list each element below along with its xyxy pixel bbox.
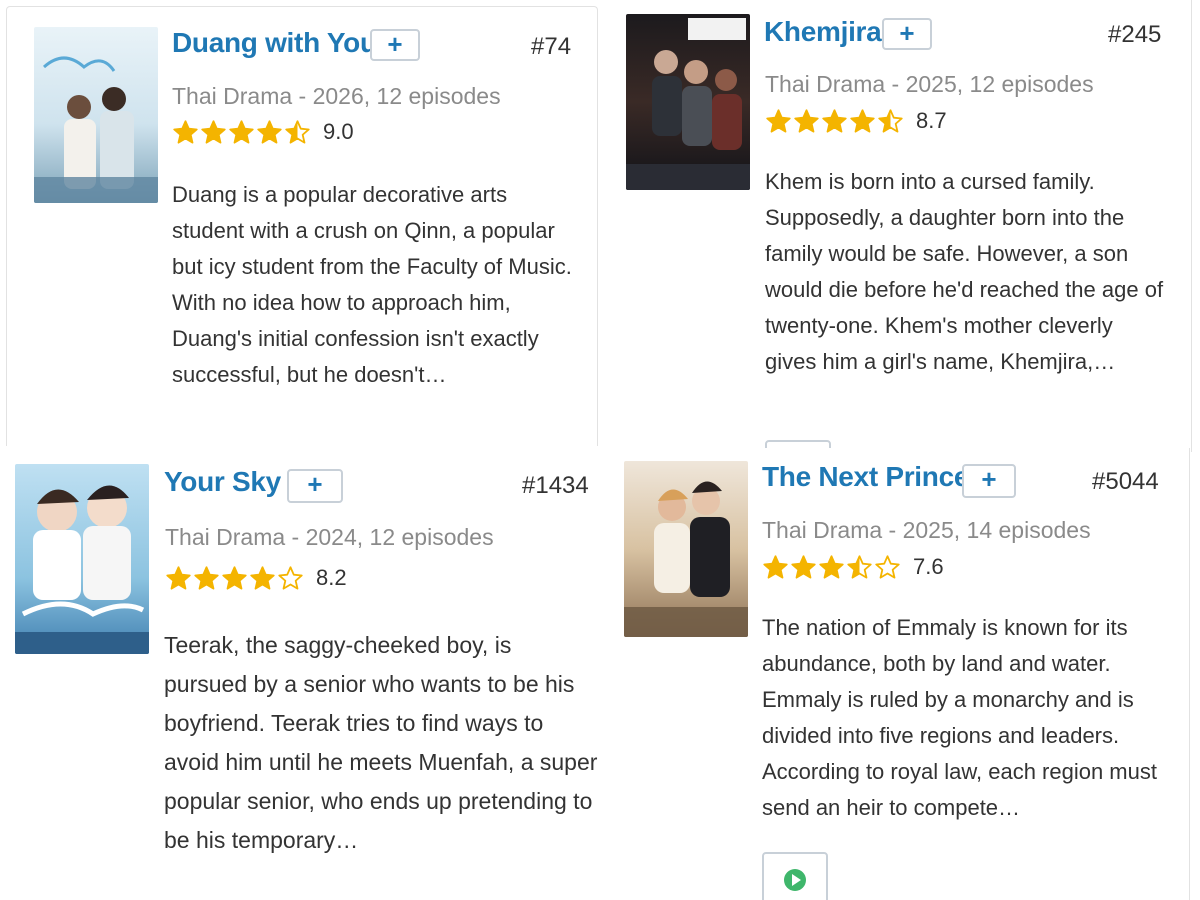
rating-stars: [172, 119, 311, 146]
play-icon: [784, 869, 806, 891]
star-full-icon: [850, 108, 875, 133]
rank-number: #74: [531, 33, 572, 60]
drama-meta: Thai Drama - 2025, 12 episodes: [765, 71, 1094, 97]
drama-description: Khem is born into a cursed family. Suppo…: [765, 169, 1164, 374]
drama-poster-image[interactable]: [34, 27, 158, 203]
rank-number: #245: [1108, 21, 1162, 48]
rating-score: 8.2: [316, 565, 347, 590]
rating-stars: [165, 565, 304, 592]
rating: 8.7: [765, 106, 947, 136]
star-full-icon: [791, 554, 816, 579]
drama-poster-image[interactable]: [15, 464, 149, 654]
rating-score: 9.0: [323, 119, 354, 144]
drama-title-link[interactable]: Your Sky: [164, 466, 281, 498]
star-half-icon: [847, 554, 872, 579]
star-full-icon: [766, 108, 791, 133]
star-full-icon: [794, 108, 819, 133]
star-full-icon: [222, 565, 247, 590]
drama-poster-image[interactable]: [624, 461, 748, 637]
star-empty-icon: [875, 554, 900, 579]
star-half-icon: [878, 108, 903, 133]
star-full-icon: [819, 554, 844, 579]
drama-poster-image[interactable]: [626, 14, 750, 190]
add-to-list-button[interactable]: +: [962, 464, 1016, 498]
drama-description: Duang is a popular decorative arts stude…: [172, 182, 572, 387]
rank-number: #5044: [1092, 468, 1159, 495]
rating-score: 8.7: [916, 108, 947, 133]
watch-button[interactable]: [762, 852, 828, 900]
star-full-icon: [250, 565, 275, 590]
drama-card: Khemjira + #245 Thai Drama - 2025, 12 ep…: [608, 0, 1192, 452]
star-full-icon: [166, 565, 191, 590]
drama-description: The nation of Emmaly is known for its ab…: [762, 615, 1157, 820]
star-full-icon: [201, 119, 226, 144]
rating-score: 7.6: [913, 554, 944, 579]
rating: 7.6: [762, 552, 944, 582]
drama-meta: Thai Drama - 2024, 12 episodes: [165, 524, 494, 550]
rating-stars: [762, 554, 901, 581]
star-full-icon: [257, 119, 282, 144]
drama-title-link[interactable]: Khemjira: [764, 16, 882, 48]
rating: 8.2: [165, 563, 347, 593]
star-full-icon: [822, 108, 847, 133]
star-full-icon: [194, 565, 219, 590]
drama-title-link[interactable]: The Next Prince: [762, 461, 969, 493]
add-to-list-button[interactable]: +: [882, 18, 932, 50]
star-empty-icon: [278, 565, 303, 590]
add-to-list-button[interactable]: +: [370, 29, 420, 61]
drama-title-link[interactable]: Duang with You: [172, 27, 377, 59]
star-full-icon: [229, 119, 254, 144]
star-half-icon: [285, 119, 310, 144]
drama-meta: Thai Drama - 2026, 12 episodes: [172, 83, 501, 109]
rank-number: #1434: [522, 472, 589, 499]
drama-card: Duang with You + #74 Thai Drama - 2026, …: [6, 6, 598, 446]
add-to-list-button[interactable]: +: [287, 469, 343, 503]
star-full-icon: [173, 119, 198, 144]
star-full-icon: [763, 554, 788, 579]
rating-stars: [765, 108, 904, 135]
drama-description: Teerak, the saggy-cheeked boy, is pursue…: [164, 632, 598, 853]
rating: 9.0: [172, 117, 354, 147]
drama-card: Your Sky + #1434 Thai Drama - 2024, 12 e…: [0, 452, 604, 900]
drama-card: The Next Prince + #5044 Thai Drama - 202…: [604, 448, 1190, 900]
drama-meta: Thai Drama - 2025, 14 episodes: [762, 517, 1091, 543]
